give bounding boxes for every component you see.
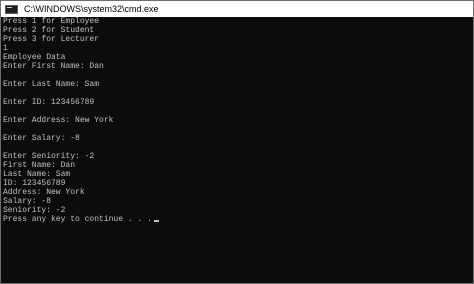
console-line: Salary: -8 [3, 197, 52, 206]
console-line: Employee Data [3, 53, 66, 62]
console-line: Last Name: Sam [3, 170, 71, 179]
console-line: ID: 123456789 [3, 179, 66, 188]
window-title: C:\WINDOWS\system32\cmd.exe [24, 4, 159, 14]
console-line: 1 [3, 44, 8, 53]
console-last-line: Press any key to continue . . . [3, 215, 463, 224]
console-line: Enter First Name: Dan [3, 62, 104, 71]
console-line: Press 2 for Student [3, 26, 95, 35]
console-line: Enter Address: New York [3, 116, 114, 125]
console-line: Enter Seniority: -2 [3, 152, 95, 161]
console-prompt-text: Press any key to continue . . . [3, 215, 152, 224]
console-line: Press 1 for Employee [3, 17, 100, 26]
console-line: Press 3 for Lecturer [3, 35, 100, 44]
cmd-window: C:\WINDOWS\system32\cmd.exe Press 1 for … [0, 0, 474, 284]
console-line: Address: New York [3, 188, 85, 197]
vertical-scrollbar[interactable] [463, 17, 473, 283]
text-cursor [153, 220, 159, 222]
console-line: Enter Salary: -8 [3, 134, 80, 143]
console-line: Enter ID: 123456789 [3, 98, 95, 107]
console-line: Seniority: -2 [3, 206, 66, 215]
console-output[interactable]: Press 1 for Employee Press 2 for Student… [3, 17, 463, 283]
title-bar[interactable]: C:\WINDOWS\system32\cmd.exe [1, 1, 473, 17]
console-line: Enter Last Name: Sam [3, 80, 100, 89]
cmd-icon [5, 4, 18, 14]
console-line: First Name: Dan [3, 161, 76, 170]
